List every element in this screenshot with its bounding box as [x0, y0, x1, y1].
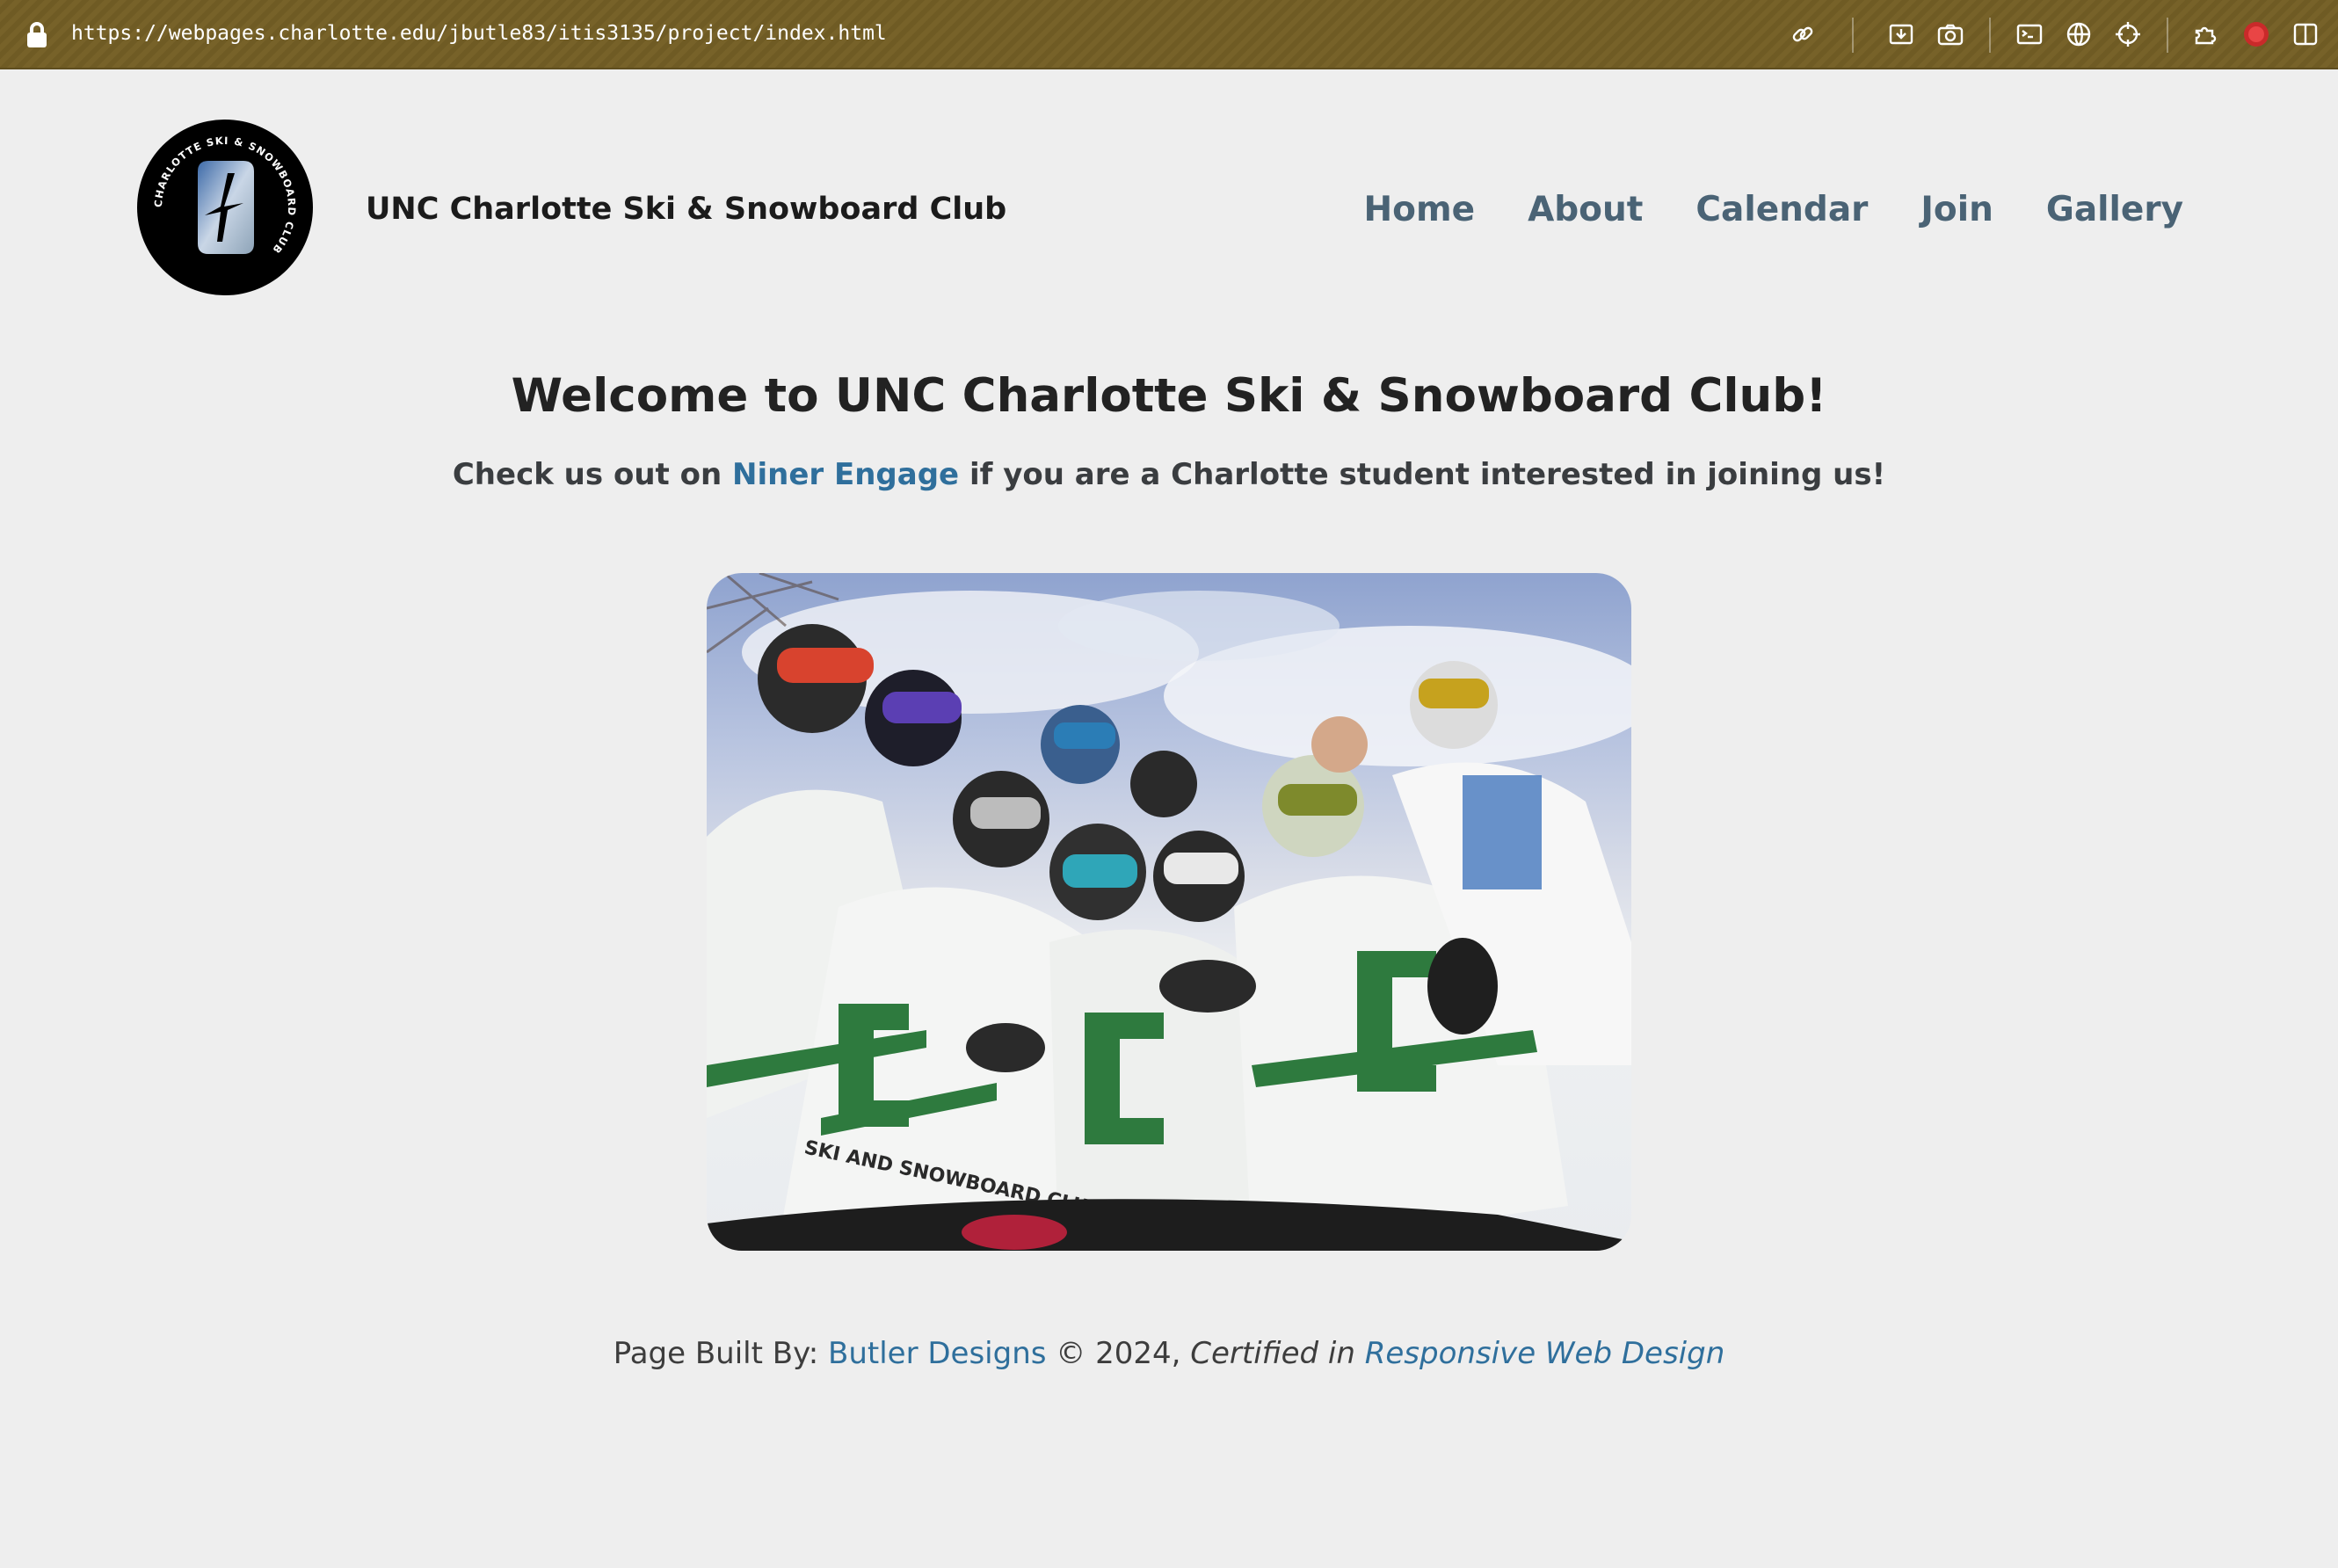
toolbar-divider [2167, 18, 2168, 53]
intro-text: Check us out on Niner Engage if you are … [0, 457, 2338, 492]
page-footer: Page Built By: Butler Designs © 2024, Ce… [0, 1336, 2338, 1371]
footer-copyright: © 2024, [1046, 1336, 1191, 1371]
link-icon[interactable] [1786, 18, 1819, 51]
niner-engage-link[interactable]: Niner Engage [732, 457, 959, 492]
responsive-web-design-link[interactable]: Responsive Web Design [1365, 1336, 1725, 1371]
record-icon[interactable] [2240, 18, 2273, 51]
butler-designs-link[interactable]: Butler Designs [828, 1336, 1046, 1371]
nav-join[interactable]: Join [1920, 190, 1993, 229]
nav-calendar[interactable]: Calendar [1695, 190, 1868, 229]
terminal-icon[interactable] [2013, 18, 2046, 51]
nav-gallery[interactable]: Gallery [2046, 190, 2183, 229]
globe-icon[interactable] [2062, 18, 2095, 51]
footer-built-by: Page Built By: [613, 1336, 828, 1371]
address-bar[interactable]: https://webpages.charlotte.edu/jbutle83/… [71, 22, 887, 45]
footer-certified: Certified in [1190, 1336, 1365, 1371]
nav-about[interactable]: About [1528, 190, 1643, 229]
sidebar-icon[interactable] [2289, 18, 2322, 51]
extensions-icon[interactable] [2189, 18, 2222, 51]
download-icon[interactable] [1884, 18, 1918, 51]
nav-home[interactable]: Home [1364, 190, 1476, 229]
toolbar-divider [1852, 18, 1854, 53]
toolbar-divider [1989, 18, 1991, 53]
crosshair-icon[interactable] [2111, 18, 2145, 51]
browser-toolbar: https://webpages.charlotte.edu/jbutle83/… [0, 0, 2338, 69]
site-title: UNC Charlotte Ski & Snowboard Club [366, 192, 1007, 227]
page-heading: Welcome to UNC Charlotte Ski & Snowboard… [511, 369, 1827, 423]
club-group-photo: SKI AND SNOWBOARD CLUB [707, 573, 1631, 1251]
camera-icon[interactable] [1934, 18, 1967, 51]
main-nav: Home About Calendar Join Gallery [1364, 190, 2183, 229]
club-logo[interactable]: CHARLOTTE SKI & SNOWBOARD CLUB [136, 119, 314, 296]
intro-text-after: if you are a Charlotte student intereste… [959, 457, 1886, 492]
intro-text-before: Check us out on [452, 457, 733, 492]
lock-icon [27, 22, 47, 48]
